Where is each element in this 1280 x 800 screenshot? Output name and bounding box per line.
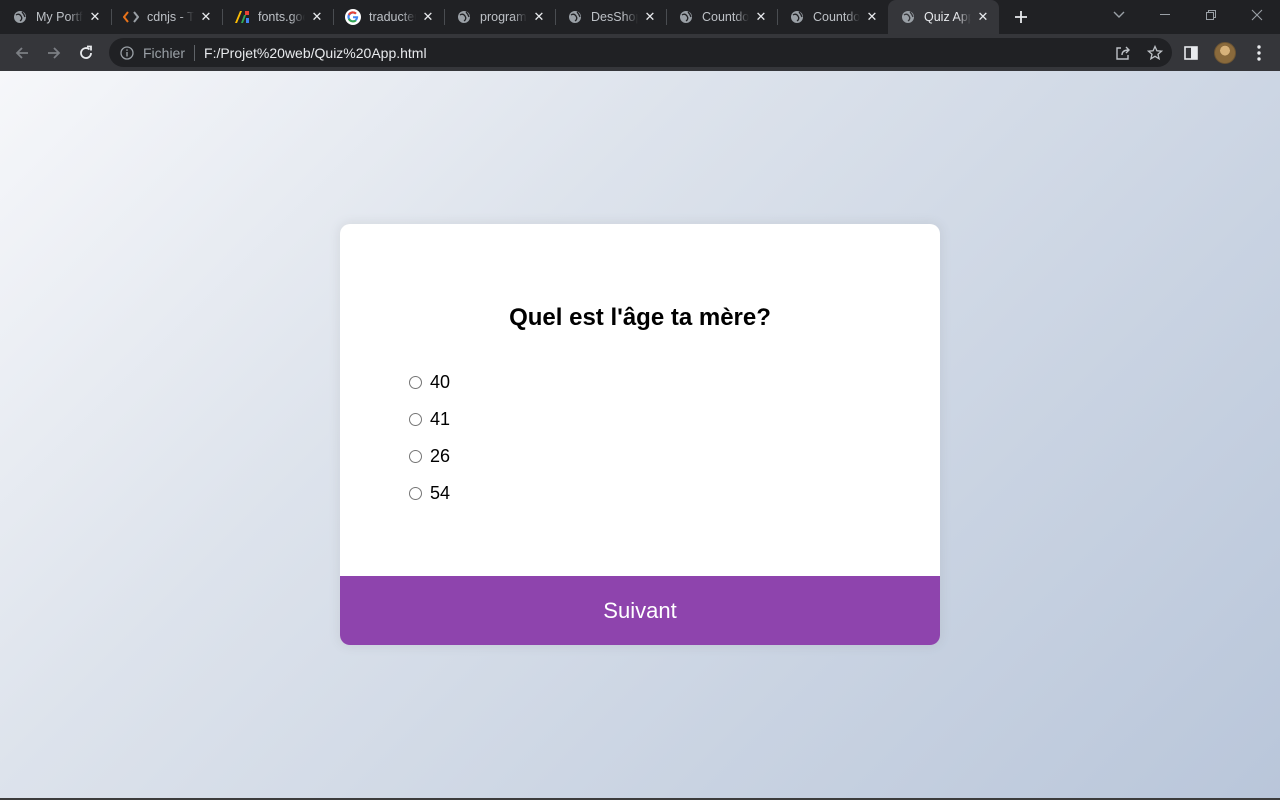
info-icon[interactable]	[119, 45, 135, 61]
browser-tab[interactable]: traducteur ✕	[333, 0, 444, 34]
tab-title: traducteur	[369, 10, 416, 24]
globe-icon	[12, 9, 28, 25]
browser-tab[interactable]: Countdown ✕	[666, 0, 777, 34]
reload-button[interactable]	[72, 39, 100, 67]
browser-toolbar: Fichier F:/Projet%20web/Quiz%20App.html	[0, 34, 1280, 71]
close-icon[interactable]: ✕	[864, 9, 880, 25]
browser-tab[interactable]: DesShop ✕	[555, 0, 666, 34]
tab-title: Countdown	[702, 10, 749, 24]
browser-tab-strip: My Portfolio ✕ cdnjs - The ✕ fonts.googl…	[0, 0, 1280, 34]
share-icon[interactable]	[1114, 44, 1132, 62]
browser-tab[interactable]: My Portfolio ✕	[0, 0, 111, 34]
close-icon[interactable]: ✕	[309, 9, 325, 25]
tab-title: programme	[480, 10, 527, 24]
restore-button[interactable]	[1188, 0, 1234, 30]
browser-tab[interactable]: cdnjs - The ✕	[111, 0, 222, 34]
forward-button[interactable]	[40, 39, 68, 67]
globe-icon	[567, 9, 583, 25]
close-icon[interactable]: ✕	[753, 9, 769, 25]
tab-title: Quiz App	[924, 10, 971, 24]
answer-option[interactable]: 40	[409, 364, 450, 401]
google-fonts-icon	[234, 9, 250, 25]
new-tab-button[interactable]	[1007, 3, 1035, 31]
answer-label[interactable]: 26	[430, 446, 450, 467]
close-icon[interactable]: ✕	[531, 9, 547, 25]
answer-radio[interactable]	[409, 487, 422, 500]
close-icon	[1251, 9, 1263, 21]
answer-option[interactable]: 41	[409, 401, 450, 438]
close-window-button[interactable]	[1234, 0, 1280, 30]
browser-tab[interactable]: programme ✕	[444, 0, 555, 34]
globe-icon	[678, 9, 694, 25]
tab-title: Countdown	[813, 10, 860, 24]
separator	[194, 44, 196, 61]
address-bar[interactable]: Fichier F:/Projet%20web/Quiz%20App.html	[109, 38, 1172, 67]
avatar	[1214, 41, 1236, 64]
close-icon[interactable]: ✕	[642, 9, 658, 25]
tab-title: My Portfolio	[36, 10, 83, 24]
tab-title: cdnjs - The	[147, 10, 194, 24]
chevron-down-icon	[1113, 11, 1125, 18]
side-panel-icon[interactable]	[1180, 42, 1202, 64]
reload-icon	[80, 45, 92, 59]
profile-avatar[interactable]	[1214, 41, 1236, 64]
next-button[interactable]: Suivant	[340, 576, 940, 645]
url-text[interactable]: F:/Projet%20web/Quiz%20App.html	[204, 45, 427, 61]
close-icon[interactable]: ✕	[975, 9, 991, 25]
code-brackets-icon	[123, 9, 139, 25]
browser-tab[interactable]: Countdown ✕	[777, 0, 888, 34]
restore-icon	[1206, 10, 1216, 20]
answer-radio[interactable]	[409, 376, 422, 389]
answer-label[interactable]: 40	[430, 372, 450, 393]
plus-icon	[1015, 11, 1027, 23]
back-button[interactable]	[8, 39, 36, 67]
arrow-right-icon	[48, 46, 61, 59]
close-icon[interactable]: ✕	[420, 9, 436, 25]
answer-radio[interactable]	[409, 413, 422, 426]
minimize-icon	[1160, 14, 1170, 15]
answer-radio[interactable]	[409, 450, 422, 463]
arrow-left-icon	[15, 46, 28, 59]
answer-label[interactable]: 54	[430, 483, 450, 504]
window-controls	[1142, 0, 1280, 34]
close-icon[interactable]: ✕	[87, 9, 103, 25]
minimize-button[interactable]	[1142, 0, 1188, 30]
page-viewport: Quel est l'âge ta mère? 40 41 26 54 Suiv…	[0, 71, 1280, 800]
tab-title: fonts.google	[258, 10, 305, 24]
google-g-icon	[345, 9, 361, 25]
quiz-question: Quel est l'âge ta mère?	[509, 304, 771, 331]
star-icon[interactable]	[1146, 44, 1164, 62]
menu-icon[interactable]	[1248, 42, 1270, 64]
globe-icon	[789, 9, 805, 25]
browser-tab-active[interactable]: Quiz App ✕	[888, 0, 999, 34]
tab-title: DesShop	[591, 10, 638, 24]
answer-option[interactable]: 54	[409, 475, 450, 512]
answer-option[interactable]: 26	[409, 438, 450, 475]
quiz-card: Quel est l'âge ta mère? 40 41 26 54 Suiv…	[340, 224, 940, 645]
browser-tab[interactable]: fonts.google ✕	[222, 0, 333, 34]
globe-icon	[900, 9, 916, 25]
tab-search-button[interactable]	[1108, 4, 1130, 26]
answer-list: 40 41 26 54	[409, 364, 450, 512]
answer-label[interactable]: 41	[430, 409, 450, 430]
close-icon[interactable]: ✕	[198, 9, 214, 25]
url-scheme-label: Fichier	[143, 44, 186, 61]
globe-icon	[456, 9, 472, 25]
